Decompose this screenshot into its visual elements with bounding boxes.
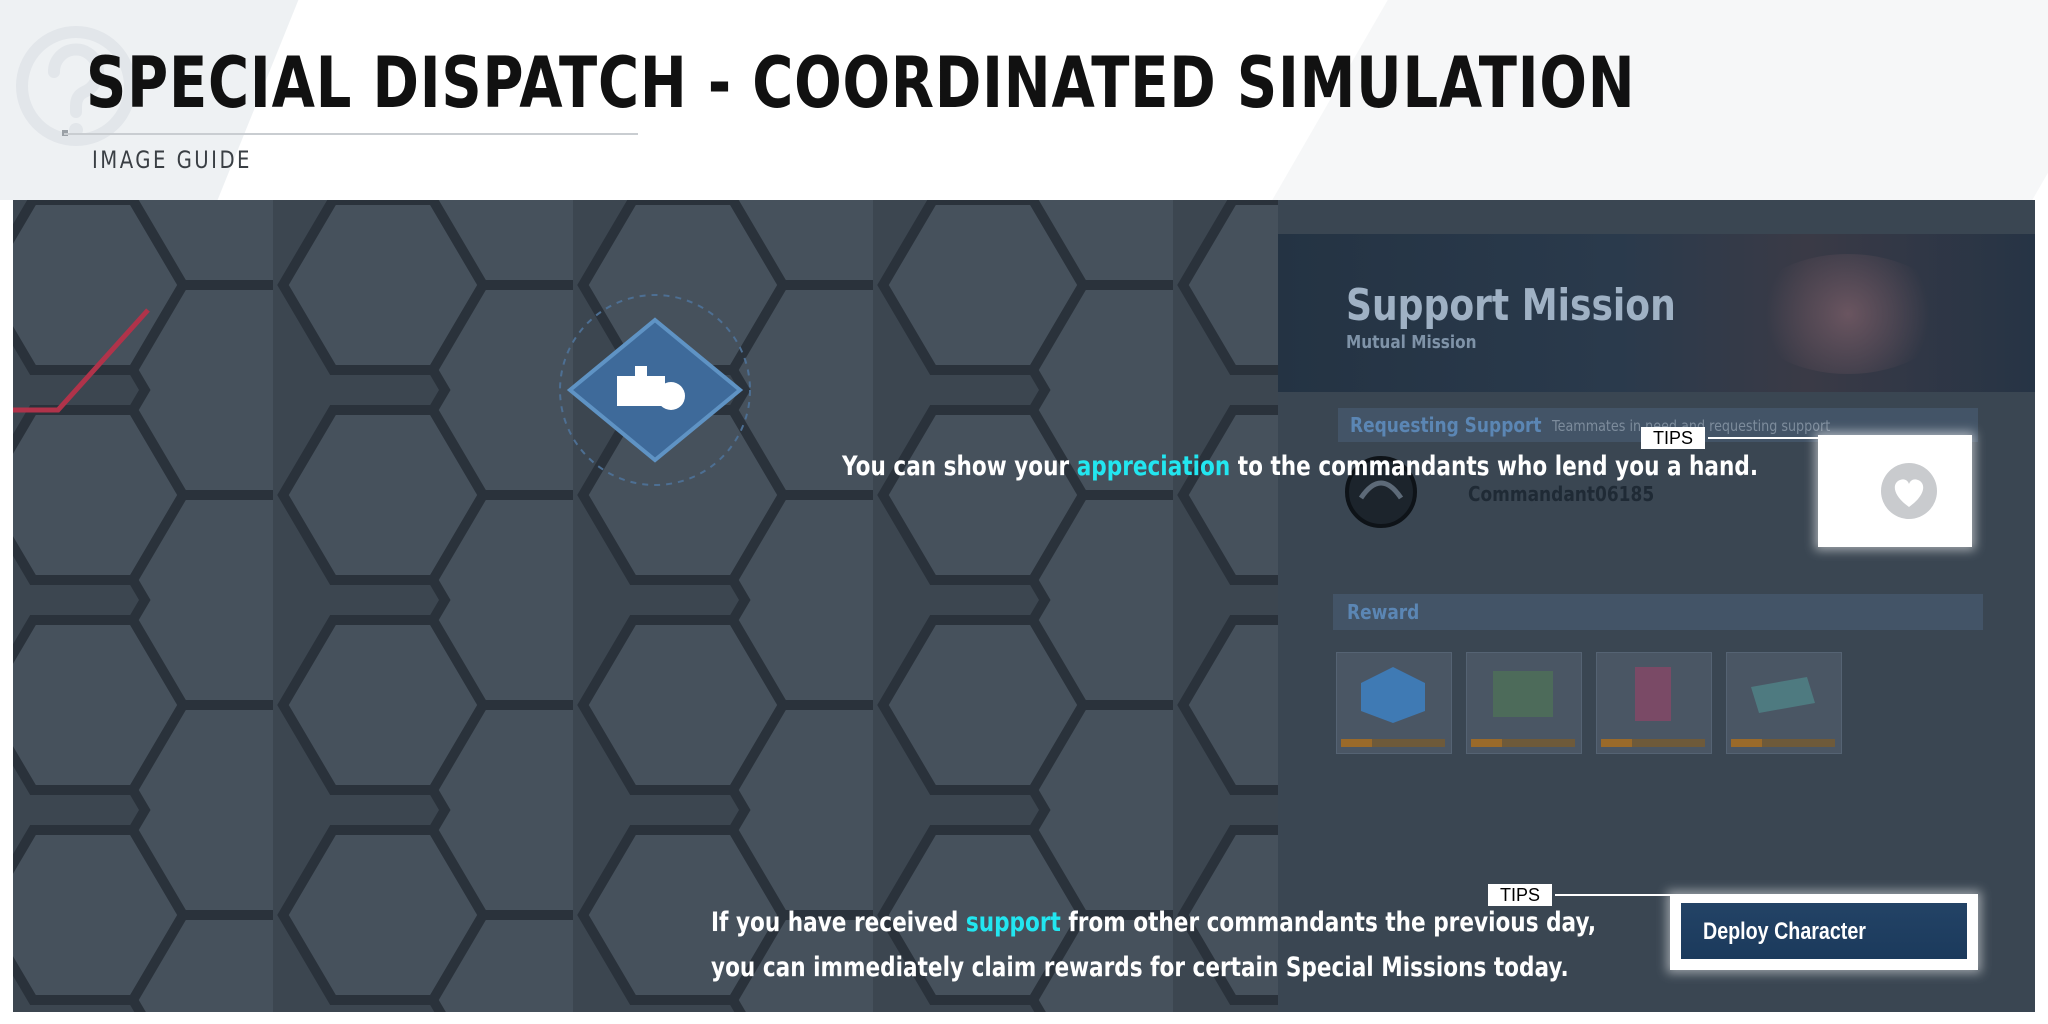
reward-rarity-bar [1471, 739, 1575, 747]
circuit-board-icon [1493, 671, 1553, 717]
tips-tag-appreciation: TIPS [1641, 427, 1706, 449]
tip-support-after: from other commandants the previous day, [1060, 907, 1597, 938]
title-underline [64, 133, 638, 135]
page-title: SPECIAL DISPATCH - COORDINATED SIMULATIO… [86, 42, 1636, 124]
tip-appreciation-highlight: appreciation [1076, 451, 1231, 482]
support-mission-panel: Support Mission Mutual Mission Requestin… [1278, 200, 2035, 1012]
reward-item[interactable] [1336, 652, 1452, 754]
reward-rarity-bar [1341, 739, 1445, 747]
reward-rarity-bar [1601, 739, 1705, 747]
appreciation-heart-callout [1818, 435, 1972, 547]
reward-item[interactable] [1466, 652, 1582, 754]
reward-rarity-bar [1731, 739, 1835, 747]
support-mission-title: Support Mission [1346, 280, 1676, 331]
page-subtitle: IMAGE GUIDE [92, 146, 252, 174]
banner-glow [1748, 254, 1948, 374]
reward-item[interactable] [1596, 652, 1712, 754]
reward-item-list [1336, 652, 1842, 754]
game-screenshot: Support Mission Mutual Mission Requestin… [13, 200, 2035, 1012]
deploy-character-button[interactable]: Deploy Character [1681, 903, 1967, 959]
tip-support-line-1: If you have received support from other … [711, 907, 1596, 938]
support-mission-subtitle: Mutual Mission [1346, 332, 1477, 353]
tip-appreciation-after: to the commandants who lend you a hand. [1230, 451, 1759, 482]
equipment-core-icon [1635, 667, 1671, 721]
tips-connector-support [1555, 894, 1673, 896]
tip-appreciation-text: You can show your appreciation to the co… [842, 451, 1758, 482]
tip-support-before: If you have received [711, 907, 966, 938]
tips-connector-appreciation [1708, 437, 1820, 439]
reward-label: Reward [1347, 600, 1420, 624]
deploy-character-label: Deploy Character [1703, 918, 1866, 945]
reward-item[interactable] [1726, 652, 1842, 754]
guide-header: SPECIAL DISPATCH - COORDINATED SIMULATIO… [0, 0, 2048, 200]
tips-tag-support: TIPS [1488, 884, 1553, 906]
reward-header: Reward [1333, 594, 1983, 630]
deploy-character-callout: Deploy Character [1670, 894, 1978, 970]
tip-support-highlight: support [965, 907, 1061, 938]
support-mission-banner: Support Mission Mutual Mission [1278, 234, 2035, 392]
supply-cube-icon [1361, 667, 1425, 723]
tip-support-line-2: you can immediately claim rewards for ce… [711, 952, 1569, 983]
tip-appreciation-before: You can show your [842, 451, 1077, 482]
commandant-name: Commandant06185 [1468, 482, 1655, 506]
hex-map [13, 200, 1278, 1012]
pass-ticket-icon [1751, 677, 1815, 713]
requesting-support-label: Requesting Support [1350, 413, 1542, 437]
heart-icon[interactable] [1878, 463, 1940, 519]
